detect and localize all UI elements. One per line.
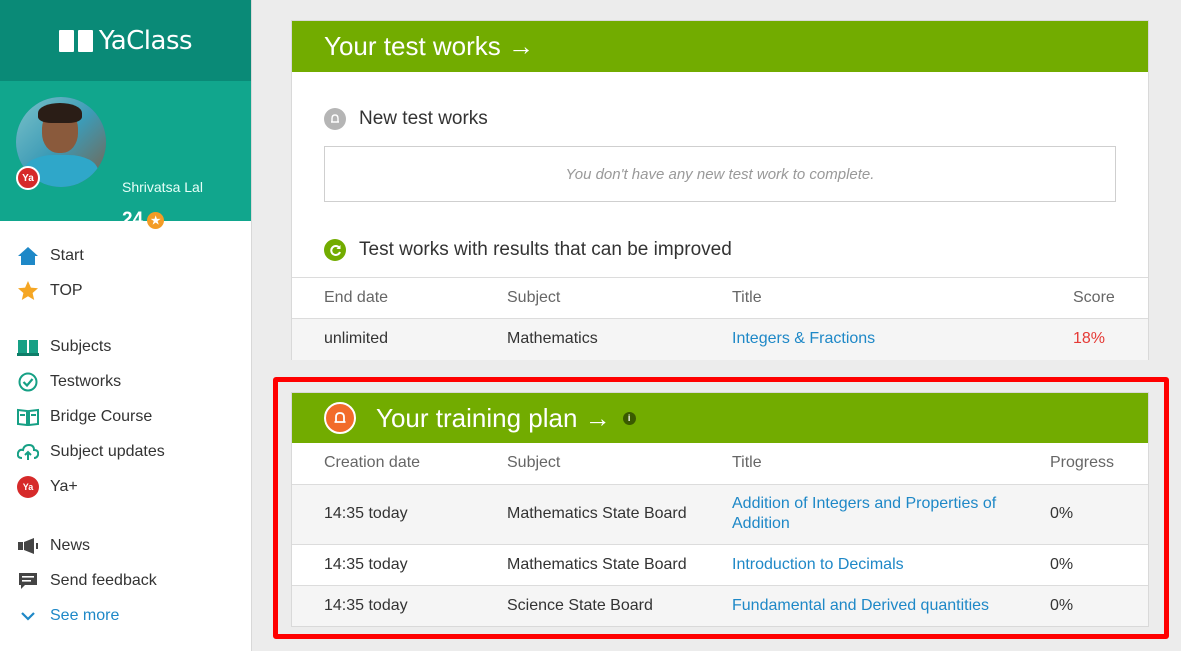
cloud-upload-icon	[17, 441, 39, 463]
star-icon: ★	[147, 211, 165, 229]
improvable-test-works-heading: Test works with results that can be impr…	[324, 239, 732, 261]
nav-updates-label: Subject updates	[50, 442, 165, 460]
col-score: Score	[1073, 289, 1115, 306]
nav-group-study: Subjects Testworks Bridge Course Subject…	[0, 329, 252, 504]
test-works-title: Your test works →	[324, 31, 535, 61]
megaphone-icon	[17, 535, 39, 557]
user-panel: Shrivatsa Lal 24 ★ Profile Log out	[0, 81, 251, 283]
cell-end-date: unlimited	[324, 330, 389, 348]
points-value: 24	[122, 209, 144, 230]
nav-subjects-label: Subjects	[50, 337, 112, 355]
refresh-icon	[324, 239, 346, 261]
ya-icon: Ya	[17, 475, 39, 498]
books-icon	[17, 336, 39, 358]
improvable-test-works-label: Test works with results that can be impr…	[359, 239, 732, 260]
test-works-card: Your test works → New test works You don…	[291, 20, 1149, 360]
empty-test-works-message: You don't have any new test work to comp…	[324, 146, 1116, 202]
nav-feedback-label: Send feedback	[50, 571, 157, 589]
nav-top-label: TOP	[50, 281, 83, 299]
nav-subject-updates[interactable]: Subject updates	[0, 434, 252, 469]
highlight-box	[273, 377, 1169, 639]
star-icon	[17, 280, 39, 302]
user-points: 24 ★	[122, 209, 165, 231]
test-works-table: End date Subject Title Score unlimited M…	[292, 277, 1148, 360]
sidebar: YaClass Shrivatsa Lal 24 ★ Profile Log o…	[0, 0, 252, 651]
table-header-row: End date Subject Title Score	[292, 277, 1148, 319]
nav-top[interactable]: TOP	[0, 273, 252, 308]
new-test-works-label: New test works	[359, 108, 488, 129]
bell-icon	[324, 108, 346, 130]
nav-send-feedback[interactable]: Send feedback	[0, 563, 252, 598]
cell-score: 18%	[1073, 330, 1106, 348]
nav-bridge-label: Bridge Course	[50, 407, 153, 425]
table-row[interactable]: unlimited Mathematics Integers & Fractio…	[292, 318, 1148, 360]
nav-group-main: Start TOP	[0, 238, 252, 308]
nav-subjects[interactable]: Subjects	[0, 329, 252, 364]
nav-group-misc: News Send feedback See more	[0, 528, 252, 633]
test-works-header[interactable]: Your test works →	[292, 21, 1148, 72]
nav-see-more-label: See more	[50, 606, 120, 624]
nav-testworks-label: Testworks	[50, 372, 122, 390]
col-end-date: End date	[324, 289, 389, 306]
new-test-works-heading: New test works	[324, 108, 488, 130]
nav-yaplus-label: Ya+	[50, 477, 78, 495]
nav-start[interactable]: Start	[0, 238, 252, 273]
cell-subject: Mathematics	[507, 330, 598, 348]
brand-name: YaClass	[98, 25, 193, 56]
nav-ya-plus[interactable]: Ya Ya+	[0, 469, 252, 504]
book-icon	[58, 29, 93, 52]
nav-bridge-course[interactable]: Bridge Course	[0, 399, 252, 434]
chat-icon	[17, 570, 39, 592]
check-circle-icon	[17, 371, 39, 393]
test-title-link[interactable]: Integers & Fractions	[732, 330, 875, 347]
col-title: Title	[732, 289, 762, 306]
chevron-down-icon	[17, 605, 39, 627]
ya-plus-badge: Ya	[16, 166, 40, 190]
home-icon	[17, 245, 39, 267]
nav-news-label: News	[50, 536, 91, 554]
nav-news[interactable]: News	[0, 528, 252, 563]
nav-see-more[interactable]: See more	[0, 598, 252, 633]
user-name: Shrivatsa Lal	[122, 179, 203, 195]
col-subject: Subject	[507, 289, 561, 306]
nav-start-label: Start	[50, 246, 84, 264]
brand-logo[interactable]: YaClass	[0, 0, 251, 81]
nav-testworks[interactable]: Testworks	[0, 364, 252, 399]
book-open-icon	[17, 406, 39, 428]
